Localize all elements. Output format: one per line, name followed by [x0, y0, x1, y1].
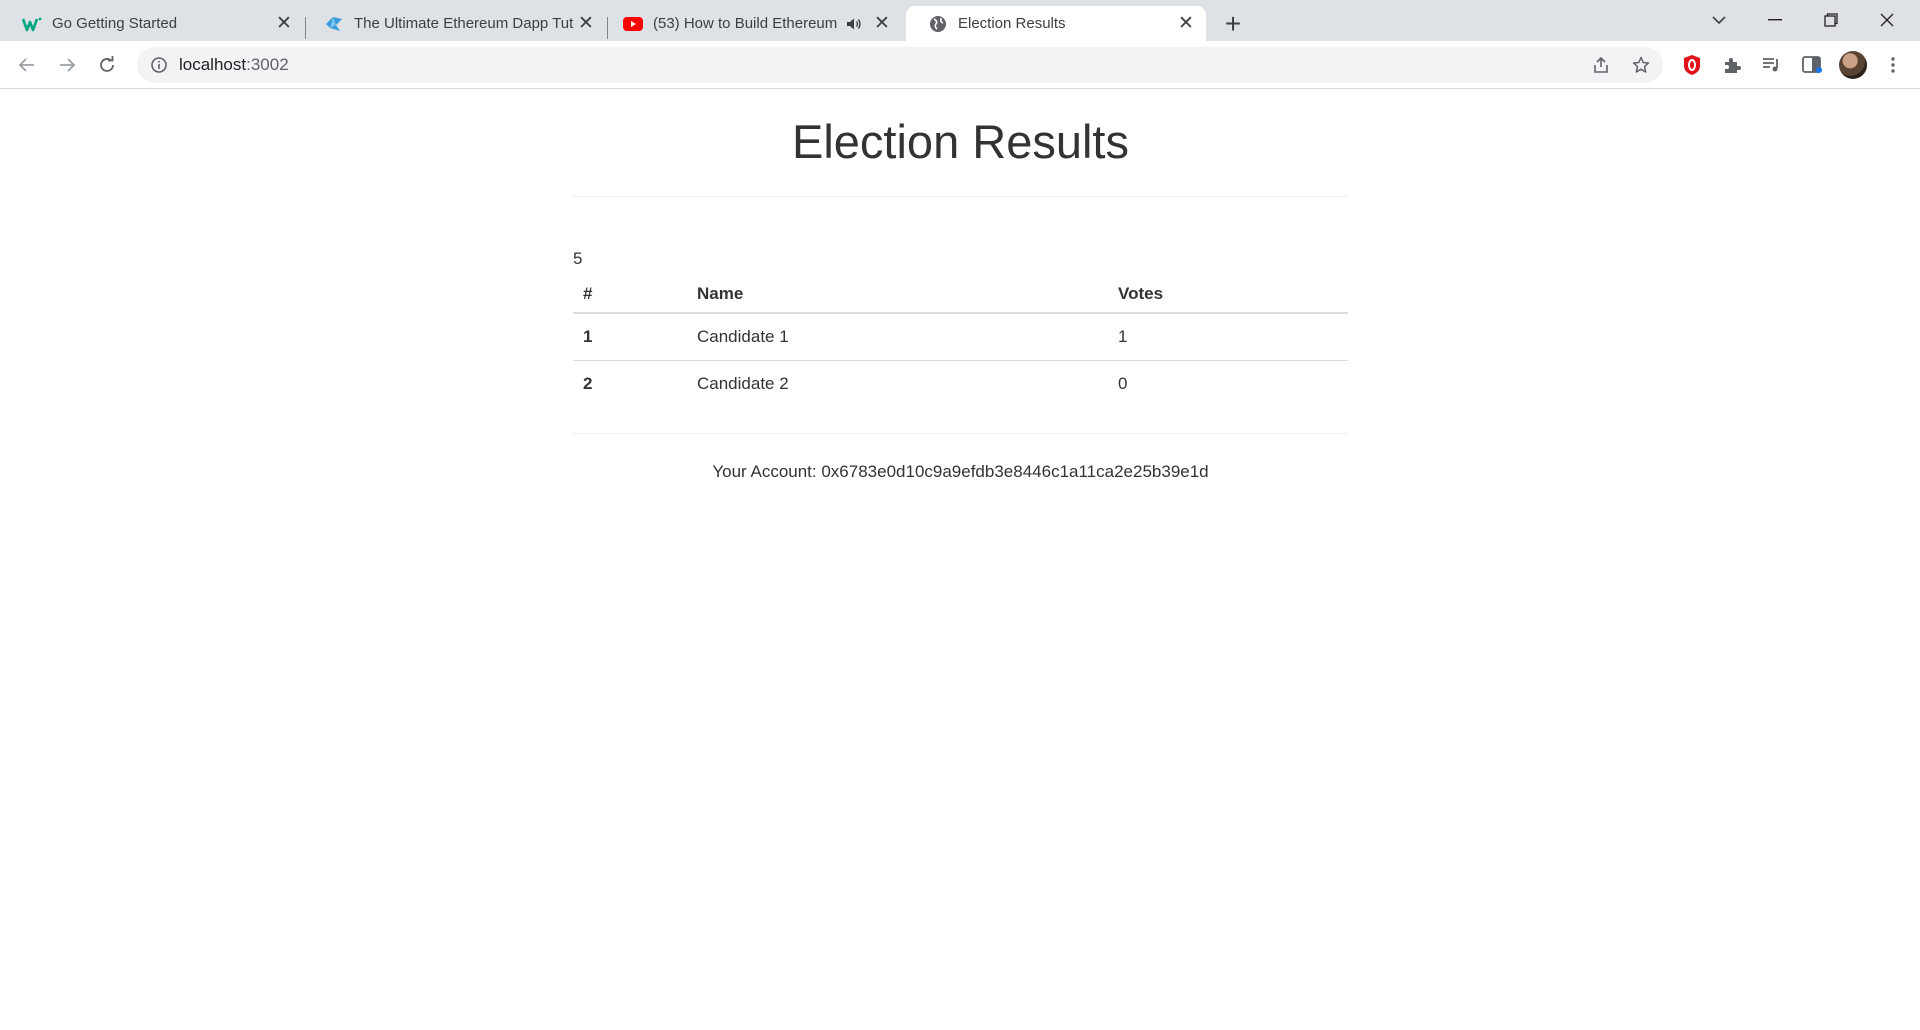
tab-title: The Ultimate Ethereum Dapp Tut [354, 15, 574, 32]
address-bar[interactable]: localhost:3002 [137, 47, 1663, 83]
share-icon[interactable] [1584, 47, 1618, 83]
opera-extension-icon[interactable] [1675, 48, 1709, 82]
column-header-name: Name [687, 275, 1108, 314]
candidates-count: 5 [573, 249, 583, 268]
table-row: 1 Candidate 1 1 [573, 313, 1348, 360]
tab-ethereum-dapp-tutorial[interactable]: The Ultimate Ethereum Dapp Tut ✕ [302, 6, 606, 41]
w-logo-icon [22, 14, 42, 34]
tab-go-getting-started[interactable]: Go Getting Started ✕ [0, 6, 304, 41]
candidate-name: Candidate 2 [687, 359, 1108, 407]
globe-icon [928, 14, 948, 34]
minimize-button[interactable] [1747, 0, 1803, 40]
bookmark-star-icon[interactable] [1624, 47, 1658, 83]
url-text[interactable]: localhost:3002 [179, 55, 289, 75]
url-port: :3002 [246, 55, 289, 74]
column-header-votes: Votes [1108, 275, 1348, 314]
tab-youtube-video[interactable]: (53) How to Build Ethereum ✕ [601, 6, 906, 41]
tab-strip: Go Getting Started ✕ The Ultimate Ethere… [0, 0, 1920, 41]
forward-button[interactable] [50, 48, 84, 82]
speaker-audio-icon[interactable] [843, 13, 865, 35]
content-container: Election Results 5 # Name Votes 1 Candid… [573, 90, 1348, 482]
results-table: # Name Votes 1 Candidate 1 1 2 Candidate… [573, 275, 1348, 407]
close-tab-icon[interactable]: ✕ [871, 13, 893, 35]
youtube-icon [623, 14, 643, 34]
close-tab-icon[interactable]: ✕ [273, 13, 295, 35]
side-panel-icon[interactable] [1795, 48, 1829, 82]
page-viewport: Election Results 5 # Name Votes 1 Candid… [0, 90, 1920, 1030]
browser-toolbar: localhost:3002 [0, 41, 1920, 89]
close-tab-icon[interactable]: ✕ [1175, 13, 1197, 35]
close-tab-icon[interactable]: ✕ [575, 13, 597, 35]
candidate-votes: 1 [1118, 326, 1128, 346]
table-row: 2 Candidate 2 0 [573, 359, 1348, 407]
table-header-row: # Name Votes [573, 275, 1348, 314]
reload-button[interactable] [90, 48, 124, 82]
page-title: Election Results [792, 115, 1129, 168]
tab-title: Election Results [958, 15, 1066, 32]
candidate-id: 1 [583, 326, 593, 346]
ethereum-bird-icon [324, 14, 344, 34]
url-host: localhost [179, 55, 247, 74]
column-header-id: # [573, 275, 687, 314]
divider [573, 433, 1348, 434]
tab-title: Go Getting Started [52, 15, 178, 32]
account-address: Your Account: 0x6783e0d10c9a9efdb3e8446c… [712, 462, 1209, 481]
extensions-puzzle-icon[interactable] [1715, 48, 1749, 82]
back-button[interactable] [10, 48, 44, 82]
menu-kebab-icon[interactable] [1876, 48, 1910, 82]
tab-title: (53) How to Build Ethereum [653, 15, 838, 32]
candidate-id: 2 [573, 359, 687, 407]
info-icon[interactable] [149, 55, 169, 75]
profile-avatar[interactable] [1839, 51, 1867, 79]
candidate-name: Candidate 1 [697, 326, 789, 346]
new-tab-button[interactable]: + [1218, 8, 1248, 39]
tab-election-results[interactable]: Election Results ✕ [906, 6, 1206, 41]
candidate-votes: 0 [1108, 359, 1348, 407]
close-window-button[interactable] [1859, 0, 1915, 40]
divider [573, 196, 1348, 197]
restore-button[interactable] [1803, 0, 1859, 40]
tab-search-button[interactable] [1691, 0, 1747, 40]
media-control-icon[interactable] [1755, 48, 1789, 82]
